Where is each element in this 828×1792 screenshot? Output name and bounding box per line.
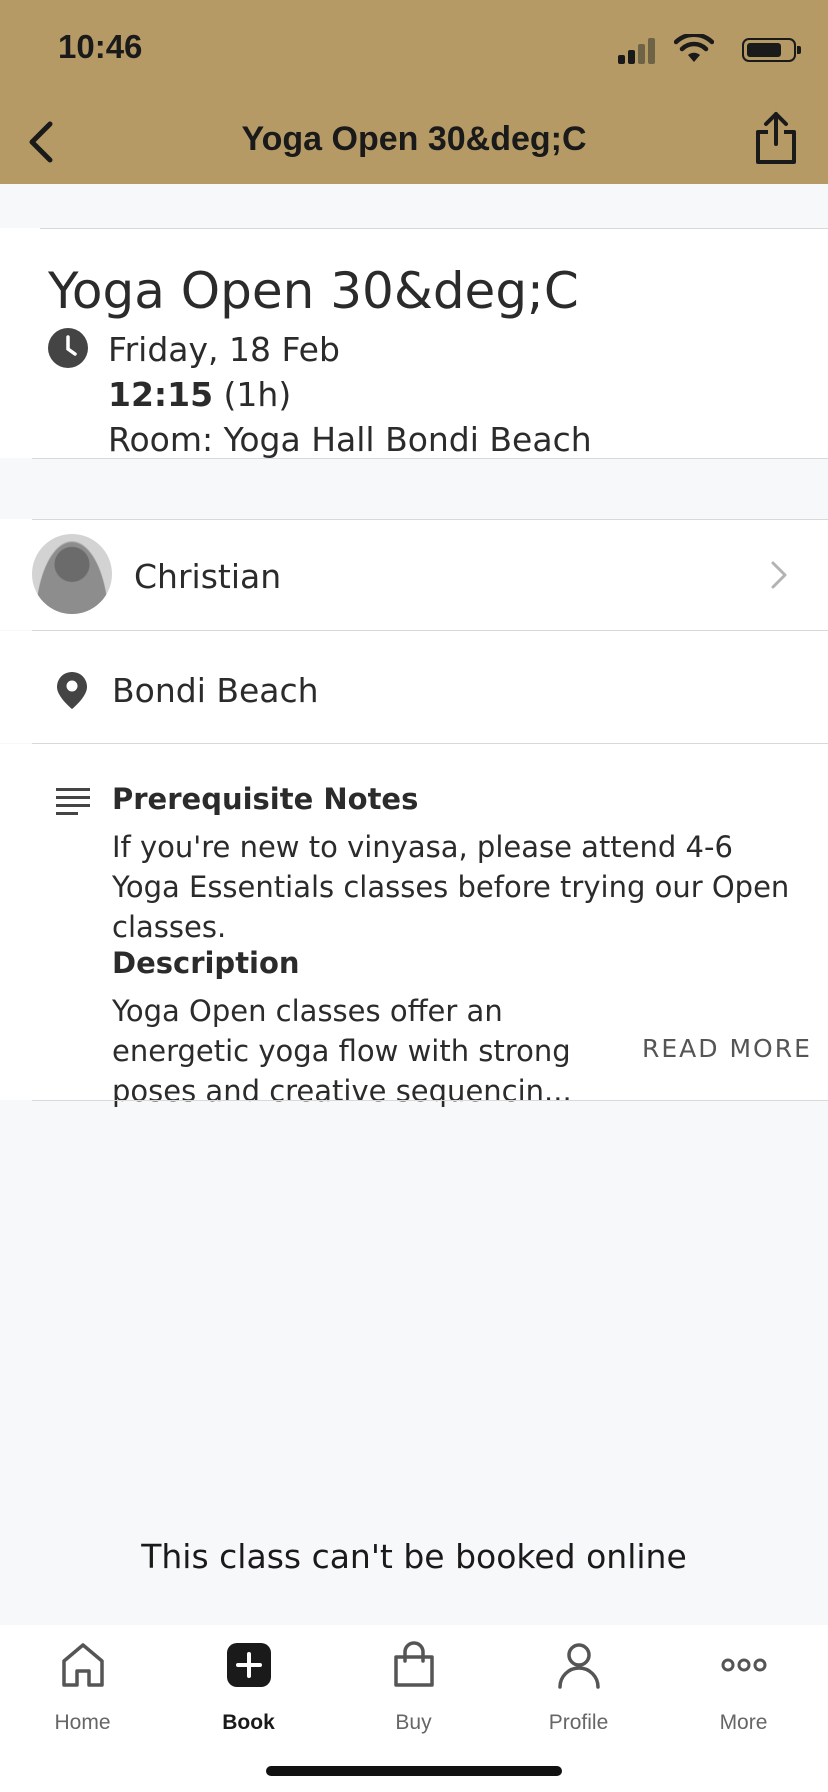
class-date: Friday, 18 Feb <box>108 330 340 369</box>
tab-label: Home <box>54 1711 111 1734</box>
tab-home[interactable]: Home <box>0 1625 165 1755</box>
person-icon <box>557 1643 600 1689</box>
divider <box>40 228 828 229</box>
chevron-right-icon <box>771 561 787 589</box>
share-button[interactable] <box>750 110 802 166</box>
signal-icon <box>618 36 658 64</box>
status-icons <box>596 34 801 66</box>
bag-icon <box>393 1641 434 1687</box>
class-title: Yoga Open 30&deg;C <box>48 262 579 320</box>
read-more-button[interactable]: READ MORE <box>642 1034 812 1063</box>
wifi-icon <box>674 34 714 62</box>
tab-label: More <box>719 1711 768 1734</box>
divider <box>32 458 828 459</box>
class-duration: (1h) <box>223 375 292 414</box>
home-icon <box>61 1643 104 1687</box>
tab-book[interactable]: Book <box>166 1625 331 1755</box>
tab-label: Buy <box>395 1711 432 1734</box>
booking-status-text: This class can't be booked online <box>141 1537 687 1576</box>
dots-icon <box>721 1658 766 1672</box>
header-title: Yoga Open 30&deg;C <box>241 120 587 158</box>
plus-icon <box>226 1643 271 1687</box>
description-title: Description <box>112 946 300 980</box>
app-header: 10:46 Yoga Open 30&deg;C <box>0 0 828 184</box>
notes-icon <box>56 788 90 815</box>
location-name: Bondi Beach <box>112 671 319 710</box>
description-text: Yoga Open classes offer an energetic yog… <box>112 994 572 1108</box>
status-time: 10:46 <box>58 28 143 65</box>
tab-profile[interactable]: Profile <box>496 1625 661 1755</box>
divider <box>32 1100 828 1101</box>
tab-label: Book <box>222 1711 275 1734</box>
location-pin-icon <box>57 672 87 709</box>
tab-more[interactable]: More <box>661 1625 826 1755</box>
class-time: 12:15 <box>108 375 214 414</box>
avatar <box>32 534 112 614</box>
tab-label: Profile <box>548 1711 609 1734</box>
tab-buy[interactable]: Buy <box>331 1625 496 1755</box>
prerequisite-notes-title: Prerequisite Notes <box>112 782 419 816</box>
instructor-name: Christian <box>134 557 282 596</box>
clock-icon <box>48 328 88 368</box>
home-indicator <box>266 1766 562 1776</box>
prerequisite-notes-text: If you're new to vinyasa, please attend … <box>112 830 790 944</box>
divider <box>32 519 828 520</box>
battery-icon <box>742 38 801 62</box>
instructor-row[interactable] <box>0 519 828 630</box>
class-room: Room: Yoga Hall Bondi Beach <box>108 420 592 459</box>
class-time-line: 12:15 (1h) <box>108 375 291 414</box>
